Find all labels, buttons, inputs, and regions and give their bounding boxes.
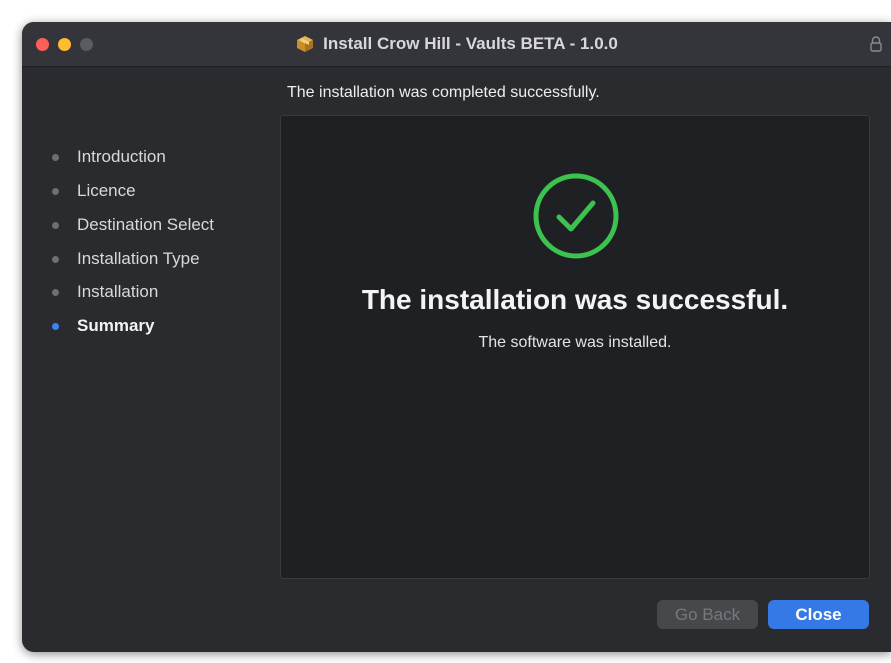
sidebar-item-installation-type: Installation Type <box>52 246 200 272</box>
status-message: The installation was completed successfu… <box>287 84 600 101</box>
sidebar-item-label: Introduction <box>77 147 166 166</box>
sidebar-item-licence: Licence <box>52 178 136 204</box>
window-title-group: Install Crow Hill - Vaults BETA - 1.0.0 <box>22 22 891 66</box>
steps-sidebar: Introduction Licence Destination Select … <box>22 66 280 652</box>
sidebar-item-destination-select: Destination Select <box>52 212 214 238</box>
window-title: Install Crow Hill - Vaults BETA - 1.0.0 <box>323 34 618 53</box>
installer-window: Install Crow Hill - Vaults BETA - 1.0.0 … <box>22 22 891 652</box>
step-bullet <box>52 187 59 195</box>
sidebar-item-summary: Summary <box>52 313 154 339</box>
sidebar-item-introduction: Introduction <box>52 144 166 170</box>
go-back-button[interactable]: Go Back <box>657 600 758 629</box>
step-bullet <box>52 153 59 161</box>
success-headline: The installation was successful. <box>361 284 789 315</box>
sidebar-item-label: Installation <box>77 282 159 301</box>
step-bullet <box>52 255 59 263</box>
sidebar-item-label: Summary <box>77 316 155 335</box>
success-subtext: The software was installed. <box>478 334 672 351</box>
close-button[interactable]: Close <box>768 600 869 629</box>
step-bullet <box>52 288 59 296</box>
sidebar-item-label: Installation Type <box>77 249 200 268</box>
package-icon <box>297 36 314 52</box>
checkmark-circle-icon <box>533 173 619 259</box>
step-bullet <box>52 221 59 229</box>
title-bar[interactable]: Install Crow Hill - Vaults BETA - 1.0.0 <box>22 22 891 67</box>
lock-icon <box>870 36 882 52</box>
summary-panel: The installation was successful. The sof… <box>280 115 870 579</box>
sidebar-item-label: Licence <box>77 181 136 200</box>
sidebar-item-label: Destination Select <box>77 215 215 234</box>
step-bullet-active <box>52 322 59 330</box>
sidebar-item-installation: Installation <box>52 279 158 305</box>
